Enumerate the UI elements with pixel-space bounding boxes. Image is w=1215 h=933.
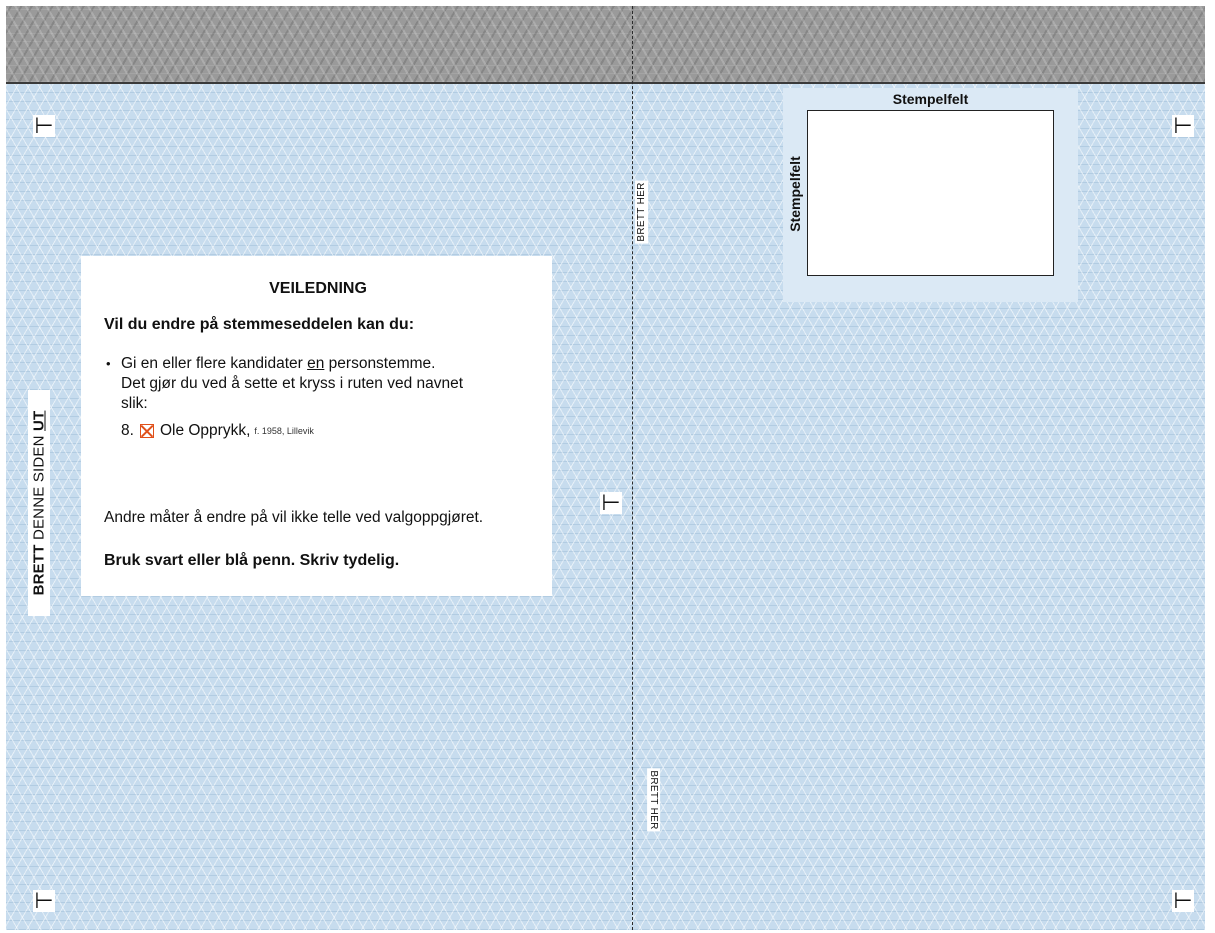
bullet-text-underlined: en — [307, 355, 325, 372]
fold-side-out-label: BRETT DENNE SIDEN UT — [28, 390, 50, 616]
fold-side-out-middle: DENNE SIDEN — [30, 430, 48, 545]
bullet-text-before: Gi en eller flere kandidater — [121, 355, 308, 372]
example-number: 8. — [121, 422, 134, 439]
instruction-note: Andre måter å endre på vil ikke telle ve… — [104, 509, 484, 526]
bullet-icon: • — [106, 356, 111, 371]
instruction-bullet: • Gi en eller flere kandidater en person… — [104, 354, 532, 414]
fold-side-out-underlined: UT — [30, 410, 48, 431]
example-vote-row: 8. Ole Opprykk, f. 1958, Lillevik — [104, 422, 532, 440]
corner-mark-top-left: ⊢ — [33, 113, 55, 138]
example-name: Ole Opprykk, — [159, 422, 251, 439]
corner-mark-middle: ⊢ — [600, 490, 622, 515]
fold-line — [632, 6, 633, 930]
header-strip — [6, 6, 1205, 84]
instruction-title: VEILEDNING — [269, 280, 367, 297]
instruction-panel: VEILEDNING Vil du endre på stemmeseddele… — [81, 256, 552, 596]
crossed-checkbox-icon — [139, 424, 154, 438]
corner-mark-bottom-left: ⊢ — [33, 888, 55, 913]
fold-here-label-bottom: BRETT HER — [647, 768, 661, 832]
stamp-field-label-top: Stempelfelt — [892, 91, 969, 107]
example-details: f. 1958, Lillevik — [254, 426, 314, 436]
stamp-field-box — [807, 110, 1054, 276]
bullet-text-line3: slik: — [121, 395, 148, 412]
fold-side-out-bold: BRETT — [30, 544, 48, 596]
stamp-field-label-side: Stempelfelt — [787, 156, 803, 232]
instruction-lead: Vil du endre på stemmeseddelen kan du: — [104, 316, 415, 333]
bullet-text-line2: Det gjør du ved å sette et kryss i ruten… — [121, 375, 464, 392]
bullet-text-after: personstemme. — [324, 355, 436, 372]
fold-side-out-text: BRETT DENNE SIDEN UT — [31, 411, 48, 596]
fold-here-label-top: BRETT HER — [635, 180, 649, 244]
stamp-field-zone: Stempelfelt Stempelfelt — [783, 88, 1078, 302]
corner-mark-bottom-right: ⊢ — [1172, 888, 1194, 913]
corner-mark-top-right: ⊢ — [1172, 113, 1194, 138]
pen-instruction: Bruk svart eller blå penn. Skriv tydelig… — [104, 552, 400, 569]
